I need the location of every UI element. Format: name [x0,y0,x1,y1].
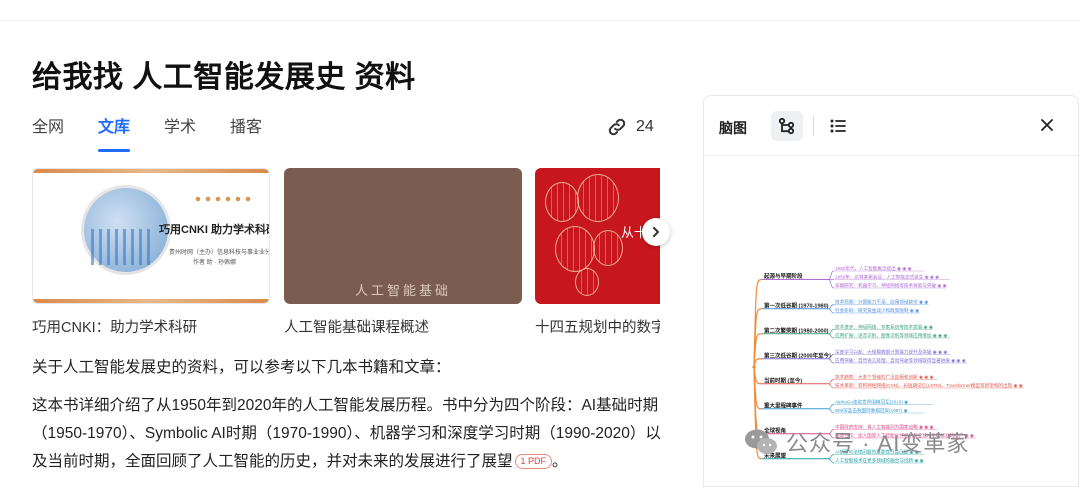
answer-paragraph-tail: 。 [552,453,568,470]
close-icon [1041,119,1053,131]
thumbnail-author: 作者 助 · 孙佩娜 [193,260,236,266]
outline-view-button[interactable] [822,111,854,141]
tab-web[interactable]: 全网 [32,116,64,154]
top-divider [0,20,1080,21]
document-title[interactable]: 人工智能基础课程概述 [284,316,522,337]
document-card[interactable]: 巧用CNKI 助力学术科研 贵州时网（主办）信息科技与事业业分公司 作者 助 ·… [32,168,270,337]
mindmap-connector [827,270,835,280]
document-carousel: 巧用CNKI 助力学术科研 贵州时网（主办）信息科技与事业业分公司 作者 助 ·… [32,168,660,348]
answer-paragraph: 这本书详细介绍了从1950年到2020年的人工智能发展历程。书中分为四个阶段：A… [32,392,662,476]
mindmap-connector [753,358,763,368]
toolbar-divider [813,116,814,136]
mindmap-connector [827,358,835,364]
mindmap-connector [827,333,835,339]
document-title[interactable]: 十四五规划中的数字化 [535,316,660,337]
wechat-icon [745,429,777,454]
mindmap-connector [827,408,835,414]
panel-title: 脑图 [719,120,747,136]
query-title: 给我找 人工智能发展史 资料 [32,61,416,94]
document-card[interactable]: 人工智能基础 人工智能基础课程概述 [284,168,522,337]
mindmap-icon [778,117,795,135]
mindmap-branch-label: 起源与早期阶段 [763,272,803,280]
tab-podcast[interactable]: 播客 [230,116,262,154]
mindmap-connector [827,379,835,385]
document-card[interactable]: 从十 十四五规划中的数字化 [535,168,660,337]
document-thumbnail: 人工智能基础 [284,168,522,304]
tab-library[interactable]: 文库 [98,116,131,154]
thumbnail-title: 人工智能基础 [354,284,451,299]
source-count-button[interactable]: 24 [606,116,654,138]
mindmap-connector [827,404,835,410]
answer-intro: 关于人工智能发展史的资料，可以参考以下几本书籍和文章： [32,359,451,376]
mindmap-view-button[interactable] [771,111,803,141]
document-title[interactable]: 巧用CNKI：助力学术科研 [32,316,270,337]
mindmap-branch-label: 第三次低谷期 (2000年至今) [764,351,831,359]
source-count-value: 24 [636,118,654,135]
chevron-right-icon [653,227,659,237]
thumbnail-title: 巧用CNKI 助力学术科研 [159,224,270,236]
panel-header: 脑图 [704,96,1078,156]
mindmap-branch-label: 当前时期 (至今) [764,376,802,384]
document-thumbnail: 从十 [535,168,660,304]
close-panel-button[interactable] [1034,112,1060,138]
mindmap-branch-label: 重大里程碑事件 [764,401,803,409]
mindmap-root-node [752,365,756,369]
answer-content: 关于人工智能发展史的资料，可以参考以下几本书籍和文章： 这本书详细介绍了从195… [32,354,662,476]
mindmap-connector [827,329,835,335]
mindmap-connector [827,383,835,389]
mindmap-connector [827,304,835,310]
mindmap-connector [827,458,835,464]
list-icon [830,119,846,133]
mindmap-branch-label: 第一次低谷期 (1970-1980) [764,301,829,309]
pdf-citation-badge[interactable]: 1 PDF [514,454,553,469]
thumbnail-subtitle: 贵州时网（主办）信息科技与事业业分公司 [169,250,269,256]
link-icon [608,118,626,136]
mindmap-connector [827,308,835,314]
watermark-text: 公众号 · AI变革家 [786,431,970,456]
tab-academic[interactable]: 学术 [164,116,196,154]
mindmap-branch-label: 第二次繁荣期 (1980-2000) [764,326,829,334]
carousel-next-button[interactable] [642,218,670,246]
source-tabs: 全网 文库 学术 播客 [32,116,296,156]
document-thumbnail: 巧用CNKI 助力学术科研 贵州时网（主办）信息科技与事业业分公司 作者 助 ·… [32,168,270,304]
mindmap-connector [827,279,835,289]
watermark: 公众号 · AI变革家 [744,426,969,458]
